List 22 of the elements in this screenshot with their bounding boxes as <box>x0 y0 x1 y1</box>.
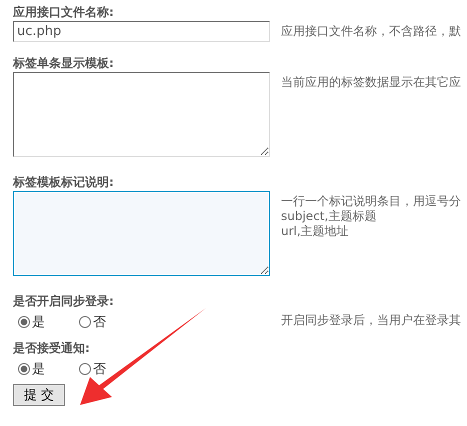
field-label: 标签单条显示模板: <box>13 55 115 72</box>
submit-button[interactable]: 提 交 <box>13 384 66 406</box>
option-label[interactable]: 是 <box>32 313 45 331</box>
help-text: 应用接口文件名称，不含路径，默 <box>281 24 461 39</box>
field-label: 是否接受通知: <box>13 340 91 357</box>
text-area[interactable] <box>13 191 270 276</box>
field-label: 应用接口文件名称: <box>13 4 115 21</box>
radio-button[interactable] <box>18 363 30 375</box>
help-text: 当前应用的标签数据显示在其它应 <box>281 75 461 90</box>
radio-button[interactable] <box>79 316 91 328</box>
field-label: 标签模板标记说明: <box>13 174 115 191</box>
text-field[interactable]: uc.php <box>13 21 270 42</box>
help-text: subject,主题标题 <box>281 209 378 224</box>
field-label: 是否开启同步登录: <box>13 293 115 310</box>
help-text: 一行一个标记说明条目，用逗号分 <box>281 194 461 209</box>
help-text: url,主题地址 <box>281 224 350 239</box>
help-text: 开启同步登录后，当用户在登录其 <box>281 313 461 328</box>
option-label[interactable]: 是 <box>32 360 45 378</box>
radio-button[interactable] <box>18 316 30 328</box>
option-label[interactable]: 否 <box>93 360 106 378</box>
option-label[interactable]: 否 <box>93 313 106 331</box>
radio-button[interactable] <box>79 363 91 375</box>
